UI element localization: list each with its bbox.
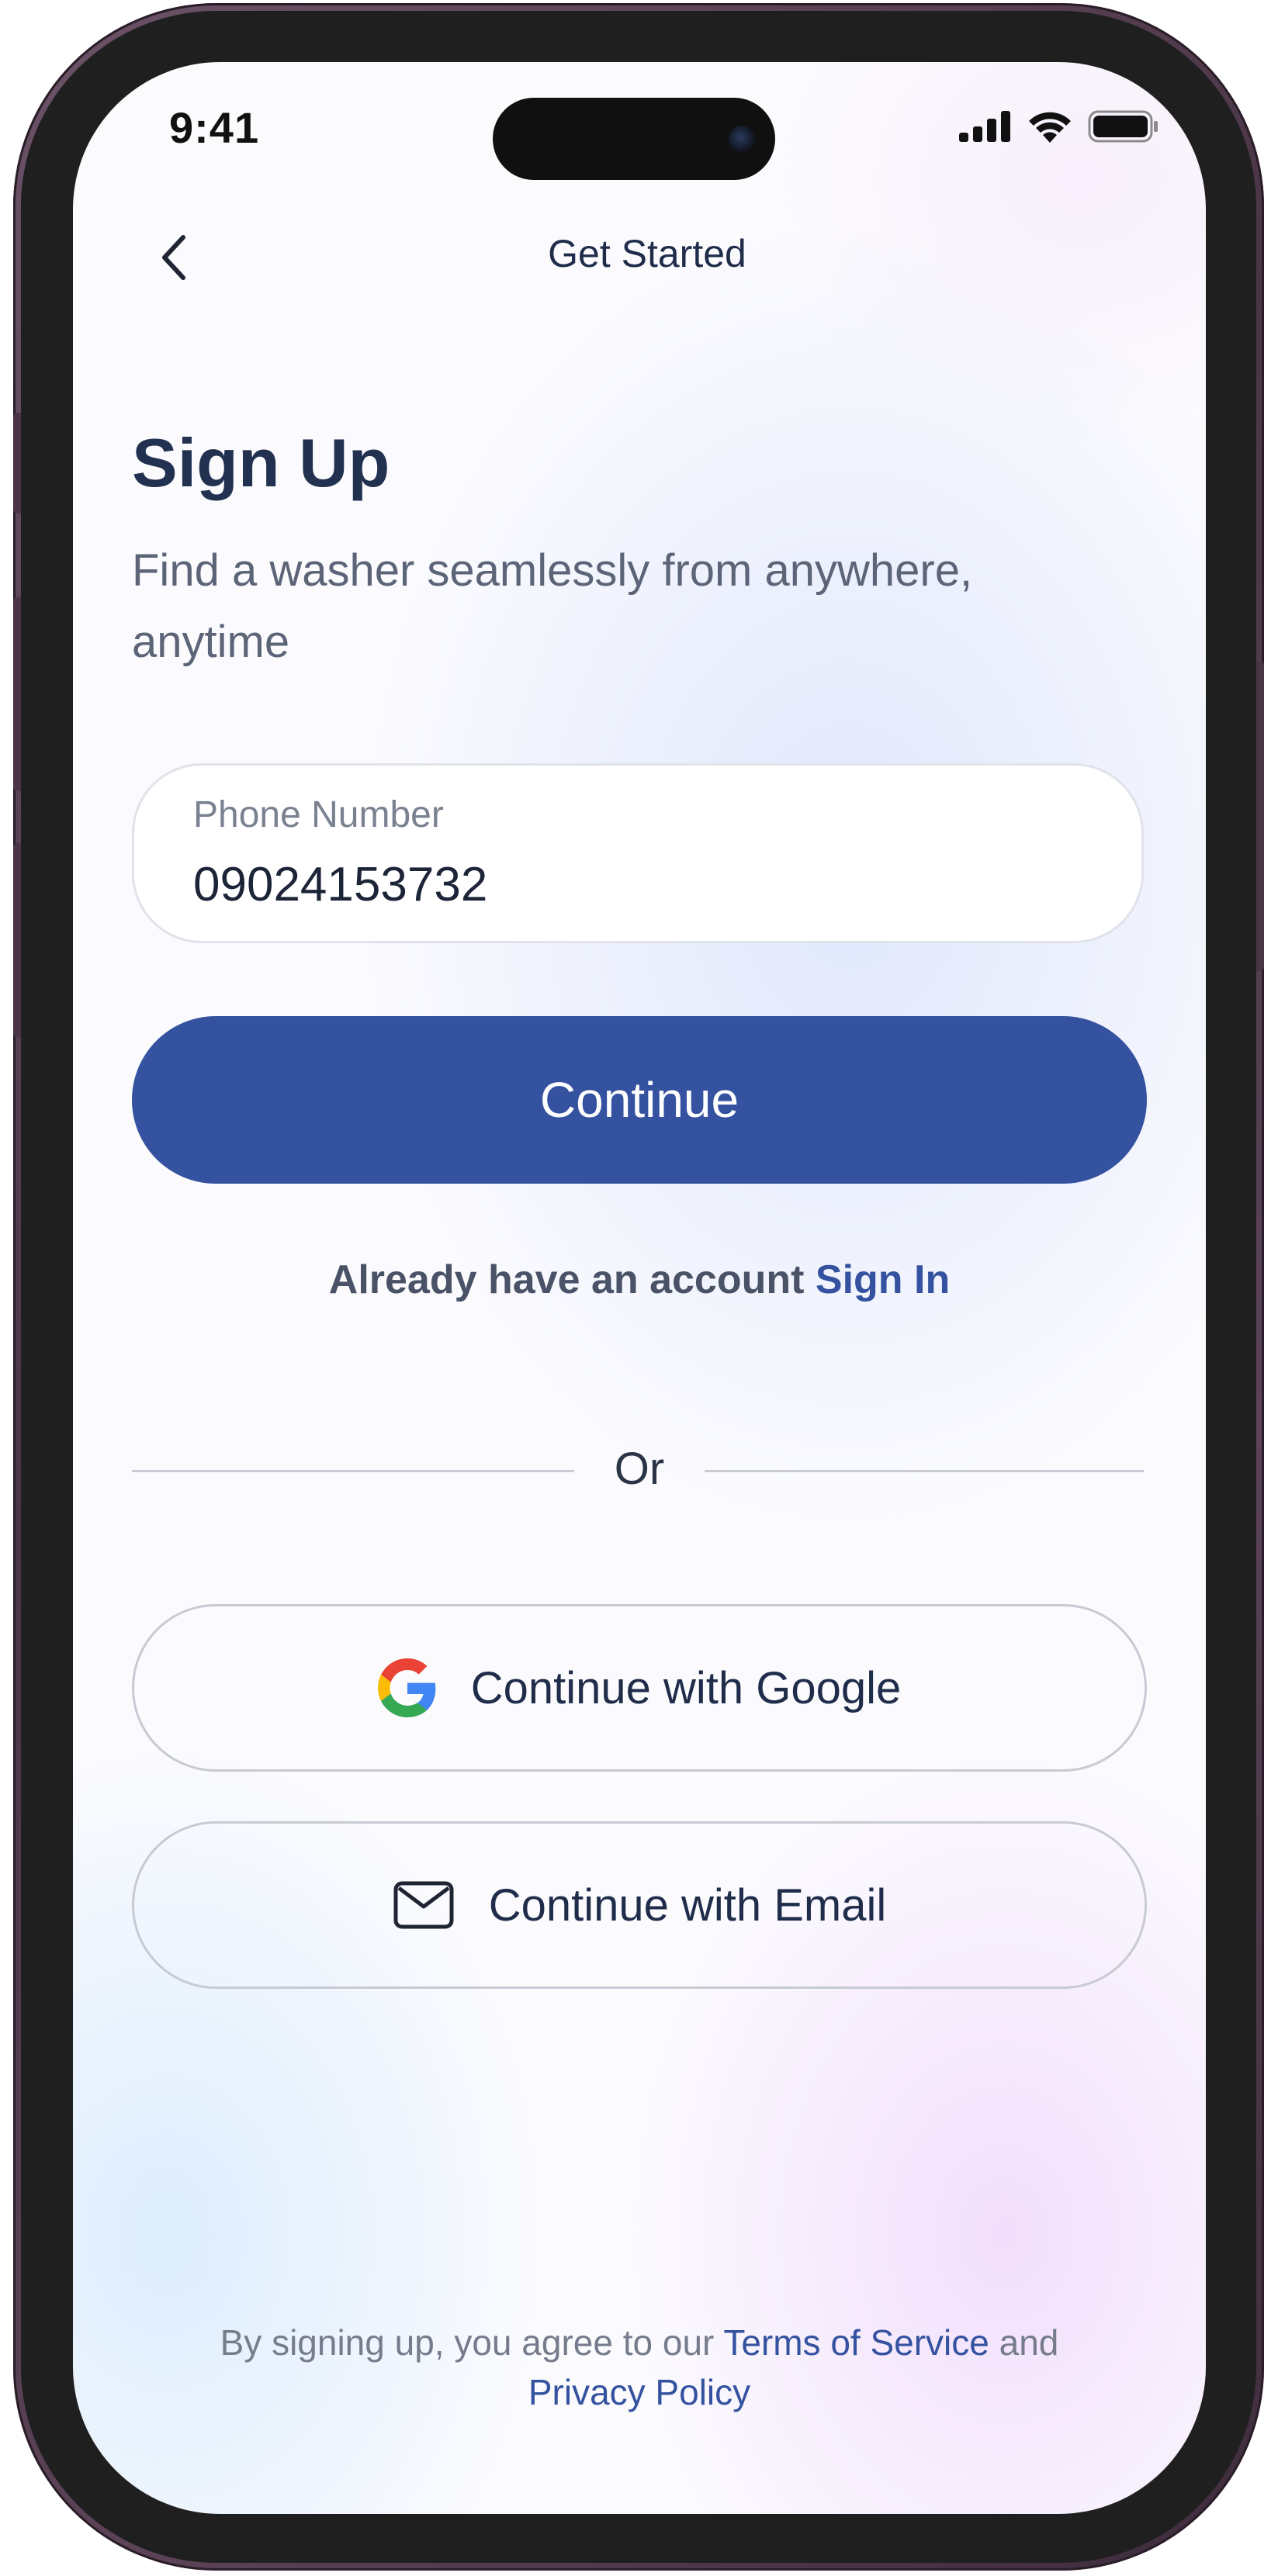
status-icons [959,110,1159,143]
google-icon [377,1658,436,1717]
phone-number-label: Phone Number [193,794,444,835]
cellular-signal-icon [959,111,1010,142]
continue-with-email-label: Continue with Email [488,1879,887,1931]
mail-icon [393,1881,454,1929]
terms-of-service-link[interactable]: Terms of Service [723,2322,989,2363]
phone-number-input[interactable] [193,857,1047,912]
phone-number-field[interactable]: Phone Number [132,763,1144,943]
divider-or: Or [614,1444,665,1494]
continue-with-google-label: Continue with Google [470,1662,902,1713]
legal-and: and [989,2322,1059,2363]
signin-prompt: Already have an account Sign In [73,1257,1206,1303]
legal-notice: By signing up, you agree to our Terms of… [73,2318,1206,2417]
privacy-policy-link[interactable]: Privacy Policy [528,2372,750,2412]
signin-prompt-text: Already have an account [328,1257,816,1302]
signin-link[interactable]: Sign In [816,1257,950,1302]
legal-line-2: Privacy Policy [73,2367,1206,2417]
page-title: Sign Up [132,424,390,501]
legal-prefix: By signing up, you agree to our [220,2322,724,2363]
battery-icon [1088,110,1158,143]
page-subtitle: Find a washer seamlessly from anywhere, … [132,545,973,667]
legal-line-1: By signing up, you agree to our Terms of… [73,2318,1206,2367]
app-screen: 9:41 Get Started Sign Up Find a washer s… [73,62,1206,2514]
divider-line-right [705,1470,1144,1472]
continue-with-google-button[interactable]: Continue with Google [132,1604,1147,1772]
divider-line-left [132,1470,574,1472]
continue-with-email-button[interactable]: Continue with Email [132,1821,1147,1989]
camera-icon [729,126,755,152]
status-time: 9:41 [169,103,260,152]
header-title: Get Started [548,232,746,275]
continue-button[interactable]: Continue [132,1016,1147,1184]
wifi-icon [1029,112,1071,143]
dynamic-island [493,98,775,180]
